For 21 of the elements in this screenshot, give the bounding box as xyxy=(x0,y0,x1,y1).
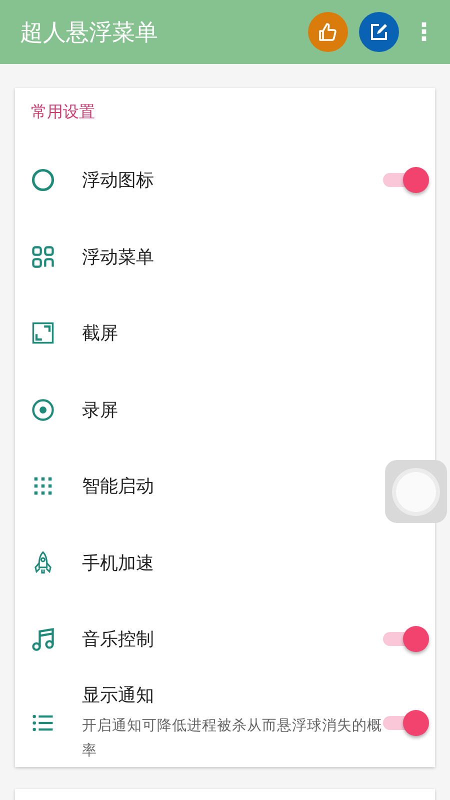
setting-label: 智能启动 xyxy=(82,475,155,498)
section-title: 常用设置 xyxy=(30,102,96,123)
record-icon xyxy=(30,396,56,423)
setting-label: 显示通知 xyxy=(82,684,155,706)
thumbs-up-icon xyxy=(318,22,338,42)
setting-label: 手机加速 xyxy=(82,552,155,575)
setting-label: 录屏 xyxy=(82,398,119,422)
app-title: 超人悬浮菜单 xyxy=(20,18,159,48)
grid-icon xyxy=(30,244,56,270)
setting-label: 浮动图标 xyxy=(82,169,155,192)
music-note-icon xyxy=(30,626,56,652)
edit-button[interactable] xyxy=(359,12,399,52)
like-button[interactable] xyxy=(308,12,348,52)
setting-label: 浮动菜单 xyxy=(82,246,155,269)
setting-label: 音乐控制 xyxy=(82,628,155,652)
setting-description: 开启通知可降低进程被杀从而悬浮球消失的概率 xyxy=(82,716,383,760)
edit-icon xyxy=(369,22,389,42)
more-button[interactable]: ⋮ xyxy=(410,18,438,46)
setting-label: 截屏 xyxy=(82,322,119,346)
crop-frame-icon xyxy=(30,320,56,346)
circle-icon xyxy=(30,167,56,194)
